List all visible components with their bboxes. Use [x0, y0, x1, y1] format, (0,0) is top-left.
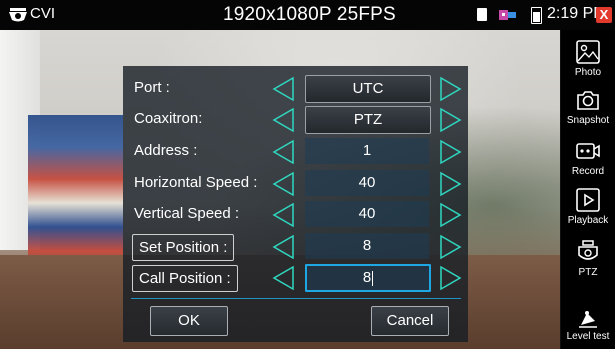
photo-icon — [576, 40, 600, 64]
record-icon — [576, 143, 600, 159]
ptz-settings-dialog: Port : UTC Coaxitron: PTZ Address : 1 Ho… — [123, 66, 468, 342]
port-row: Port : UTC — [123, 74, 468, 104]
call-position-value: 8 — [362, 269, 372, 286]
status-bar: CVI 1920x1080P 25FPS 2:19 PM X — [0, 0, 615, 30]
resolution-title: 1920x1080P 25FPS — [223, 4, 396, 25]
sidebar-label-ptz: PTZ — [578, 267, 598, 278]
sidebar-item-playback[interactable]: Playback — [561, 187, 615, 226]
sidebar-item-ptz[interactable]: PTZ — [561, 239, 615, 278]
app-label: CVI — [30, 5, 56, 22]
camera-magazine-rack — [28, 115, 123, 275]
coaxitron-row: Coaxitron: PTZ — [123, 105, 468, 135]
vertical-speed-prev-arrow-icon[interactable] — [271, 202, 295, 228]
call-position-button[interactable]: Call Position : — [132, 265, 238, 292]
horizontal-speed-next-arrow-icon[interactable] — [439, 171, 463, 197]
address-label: Address : — [134, 142, 198, 159]
vertical-speed-value[interactable]: 40 — [305, 201, 429, 227]
usb-device-icon — [499, 10, 516, 20]
ptz-camera-icon — [578, 240, 598, 260]
coaxitron-next-arrow-icon[interactable] — [439, 107, 463, 133]
port-value-button[interactable]: UTC — [305, 75, 431, 103]
camera-logo-icon — [9, 8, 27, 22]
address-row: Address : 1 — [123, 137, 468, 167]
sidebar-item-record[interactable]: Record — [561, 138, 615, 177]
horizontal-speed-row: Horizontal Speed : 40 — [123, 169, 468, 199]
sidebar-label-level-test: Level test — [566, 331, 610, 342]
playback-icon — [576, 188, 600, 212]
port-next-arrow-icon[interactable] — [439, 76, 463, 102]
horizontal-speed-prev-arrow-icon[interactable] — [271, 171, 295, 197]
screen: CVI 1920x1080P 25FPS 2:19 PM X Photo Sna… — [0, 0, 615, 349]
vertical-speed-next-arrow-icon[interactable] — [439, 202, 463, 228]
sidebar-label-playback: Playback — [567, 215, 609, 226]
set-position-next-arrow-icon[interactable] — [439, 234, 463, 260]
close-button[interactable]: X — [596, 7, 612, 23]
horizontal-speed-value[interactable]: 40 — [305, 170, 429, 196]
sidebar-item-photo[interactable]: Photo — [561, 39, 615, 78]
set-position-button[interactable]: Set Position : — [132, 234, 235, 261]
address-value[interactable]: 1 — [305, 138, 429, 164]
cancel-button[interactable]: Cancel — [371, 306, 449, 336]
level-test-icon — [579, 311, 597, 328]
text-caret — [372, 270, 374, 286]
address-prev-arrow-icon[interactable] — [271, 139, 295, 165]
call-position-input[interactable]: 8 — [305, 264, 431, 292]
call-position-row: Call Position : 8 — [123, 263, 468, 293]
call-position-prev-arrow-icon[interactable] — [271, 265, 295, 291]
sd-card-icon — [477, 8, 487, 21]
address-next-arrow-icon[interactable] — [439, 139, 463, 165]
coaxitron-prev-arrow-icon[interactable] — [271, 107, 295, 133]
coaxitron-label: Coaxitron: — [134, 110, 203, 127]
camera-icon — [577, 91, 599, 110]
ok-button[interactable]: OK — [150, 306, 228, 336]
sidebar-label-snapshot: Snapshot — [566, 115, 610, 126]
sidebar-label-photo: Photo — [574, 67, 602, 78]
dialog-divider — [131, 298, 461, 299]
port-prev-arrow-icon[interactable] — [271, 76, 295, 102]
right-sidebar: Photo Snapshot Record Playback PTZ Level… — [561, 30, 615, 349]
sidebar-item-level-test[interactable]: Level test — [561, 307, 615, 342]
set-position-prev-arrow-icon[interactable] — [271, 234, 295, 260]
coaxitron-value-button[interactable]: PTZ — [305, 106, 431, 134]
sidebar-item-snapshot[interactable]: Snapshot — [561, 87, 615, 126]
battery-icon — [531, 7, 542, 24]
set-position-value[interactable]: 8 — [305, 233, 429, 259]
port-label: Port : — [134, 79, 170, 96]
sidebar-label-record: Record — [571, 166, 605, 177]
vertical-speed-row: Vertical Speed : 40 — [123, 200, 468, 230]
vertical-speed-label: Vertical Speed : — [134, 205, 240, 222]
call-position-next-arrow-icon[interactable] — [439, 265, 463, 291]
horizontal-speed-label: Horizontal Speed : — [134, 174, 258, 191]
set-position-row: Set Position : 8 — [123, 232, 468, 262]
